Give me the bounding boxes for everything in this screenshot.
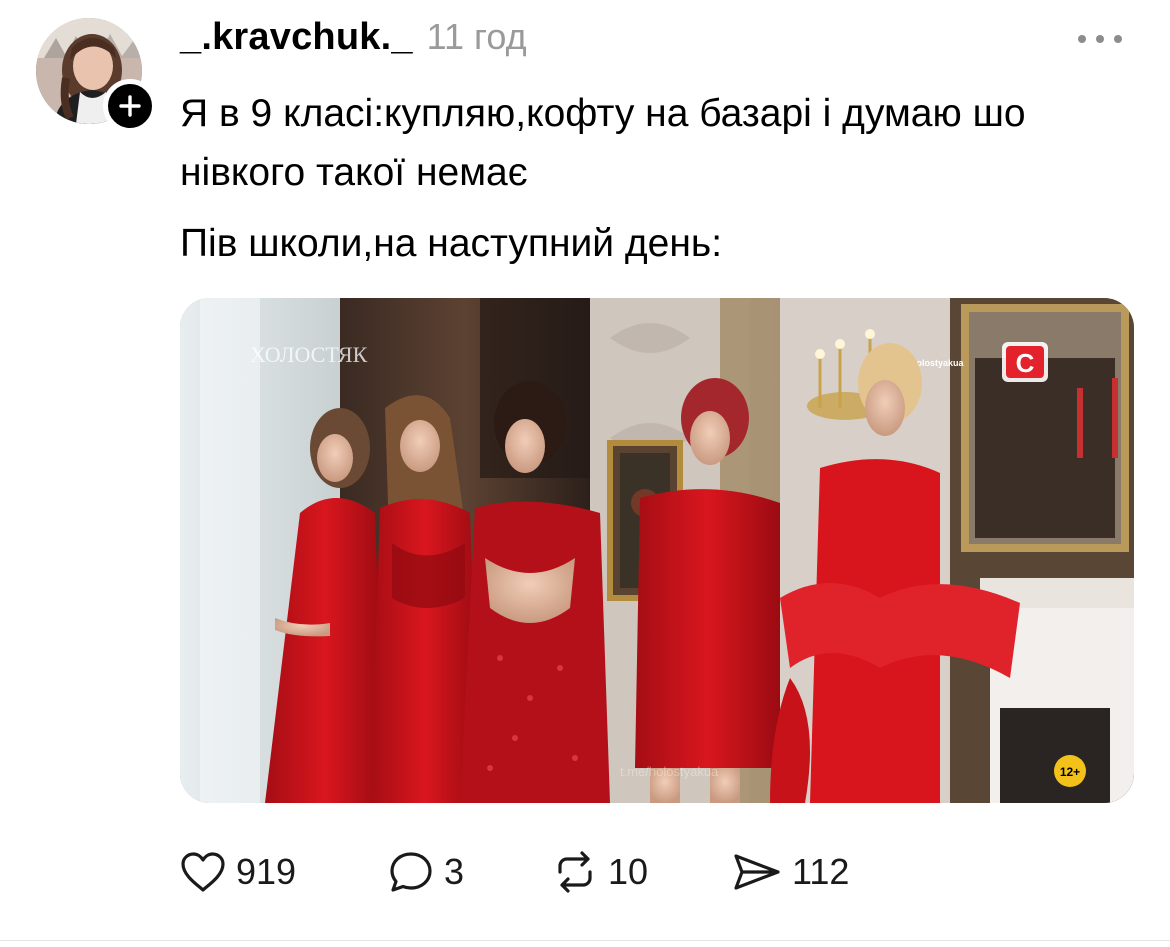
plus-icon bbox=[119, 95, 141, 117]
username[interactable]: _.kravchuk._ bbox=[180, 16, 413, 59]
reply-count: 3 bbox=[444, 851, 465, 892]
post-text-line: Пів школи,на наступний день: bbox=[180, 222, 723, 265]
avatar-container[interactable] bbox=[36, 18, 157, 133]
repost-button[interactable]: 10 bbox=[552, 850, 732, 894]
post-actions: 919 3 10 112 bbox=[180, 840, 892, 904]
thread-post: _.kravchuk._ 11 год Я в 9 класі:купляю,к… bbox=[0, 0, 1170, 947]
timestamp: 11 год bbox=[426, 16, 527, 57]
speech-bubble-icon bbox=[390, 852, 432, 892]
reply-button[interactable]: 3 bbox=[388, 850, 552, 894]
follow-button[interactable] bbox=[103, 79, 157, 133]
like-count: 919 bbox=[236, 851, 297, 892]
channel-letter: C bbox=[1016, 348, 1035, 378]
ellipsis-icon bbox=[1078, 35, 1122, 43]
share-button[interactable]: 112 bbox=[732, 851, 892, 893]
channel-logo-icon: C bbox=[1002, 342, 1048, 382]
repost-arrows-icon bbox=[558, 851, 592, 893]
paper-plane-icon bbox=[734, 854, 780, 890]
more-options-button[interactable] bbox=[1070, 24, 1130, 54]
heart-icon bbox=[181, 852, 225, 892]
post-divider bbox=[0, 940, 1170, 941]
post-text-line: Я в 9 класі:купляю,кофту на базарі і дум… bbox=[180, 92, 1026, 194]
share-count: 112 bbox=[792, 851, 850, 892]
age-rating-badge: 12+ bbox=[1054, 755, 1086, 787]
watermark-text: t.me/holostyakua bbox=[620, 764, 719, 779]
post-text: Я в 9 класі:купляю,кофту на базарі і дум… bbox=[180, 84, 1140, 273]
age-rating-text: 12+ bbox=[1060, 765, 1080, 779]
post-header: _.kravchuk._ 11 год bbox=[180, 16, 527, 66]
show-logo: ХОЛОСТЯК bbox=[250, 342, 368, 367]
repost-count: 10 bbox=[608, 851, 649, 892]
tv-screenshot-image: ХОЛОСТЯК t.me/holostyakua C t.me/holosty… bbox=[180, 298, 1134, 803]
like-button[interactable]: 919 bbox=[180, 851, 388, 893]
post-media-image[interactable]: ХОЛОСТЯК t.me/holostyakua C t.me/holosty… bbox=[180, 298, 1134, 803]
